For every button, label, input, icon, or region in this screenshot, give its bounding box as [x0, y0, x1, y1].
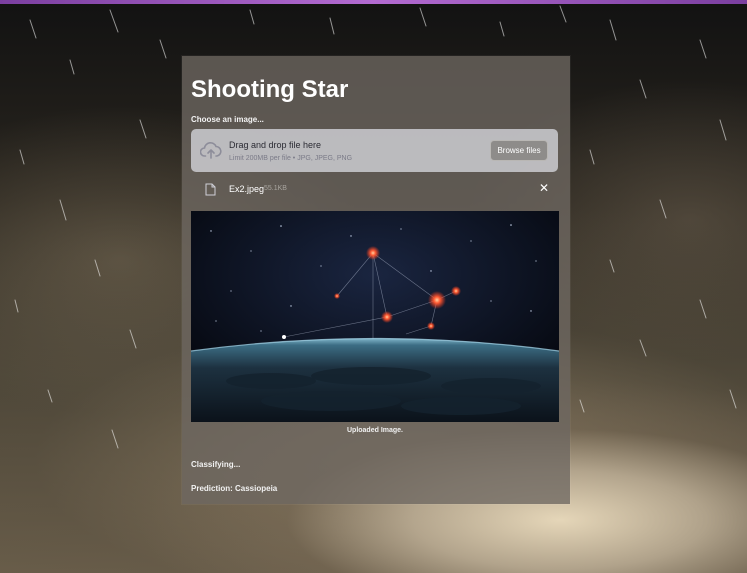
close-icon[interactable]: ✕: [537, 181, 551, 195]
page-title: Shooting Star: [191, 76, 349, 103]
file-icon: [205, 183, 216, 196]
file-name: Ex2.jpeg: [229, 184, 265, 194]
main-panel: Shooting Star Choose an image... Drag an…: [182, 56, 570, 504]
uploaded-image-preview: [191, 211, 559, 422]
uploaded-file-row: Ex2.jpeg 55.1KB ✕: [191, 178, 558, 200]
dropzone-limit-text: Limit 200MB per file • JPG, JPEG, PNG: [229, 155, 353, 162]
prediction-result: Prediction: Cassiopeia: [191, 484, 278, 493]
browse-files-button[interactable]: Browse files: [490, 140, 548, 161]
cloud-upload-icon: [200, 142, 222, 159]
constellation-image: [191, 211, 559, 422]
uploader-label: Choose an image...: [191, 115, 264, 124]
image-caption: Uploaded Image.: [346, 427, 403, 434]
dropzone-title: Drag and drop file here: [229, 140, 322, 150]
classifying-status: Classifying...: [191, 460, 241, 469]
file-size: 55.1KB: [264, 185, 287, 192]
file-dropzone[interactable]: Drag and drop file here Limit 200MB per …: [191, 129, 558, 172]
